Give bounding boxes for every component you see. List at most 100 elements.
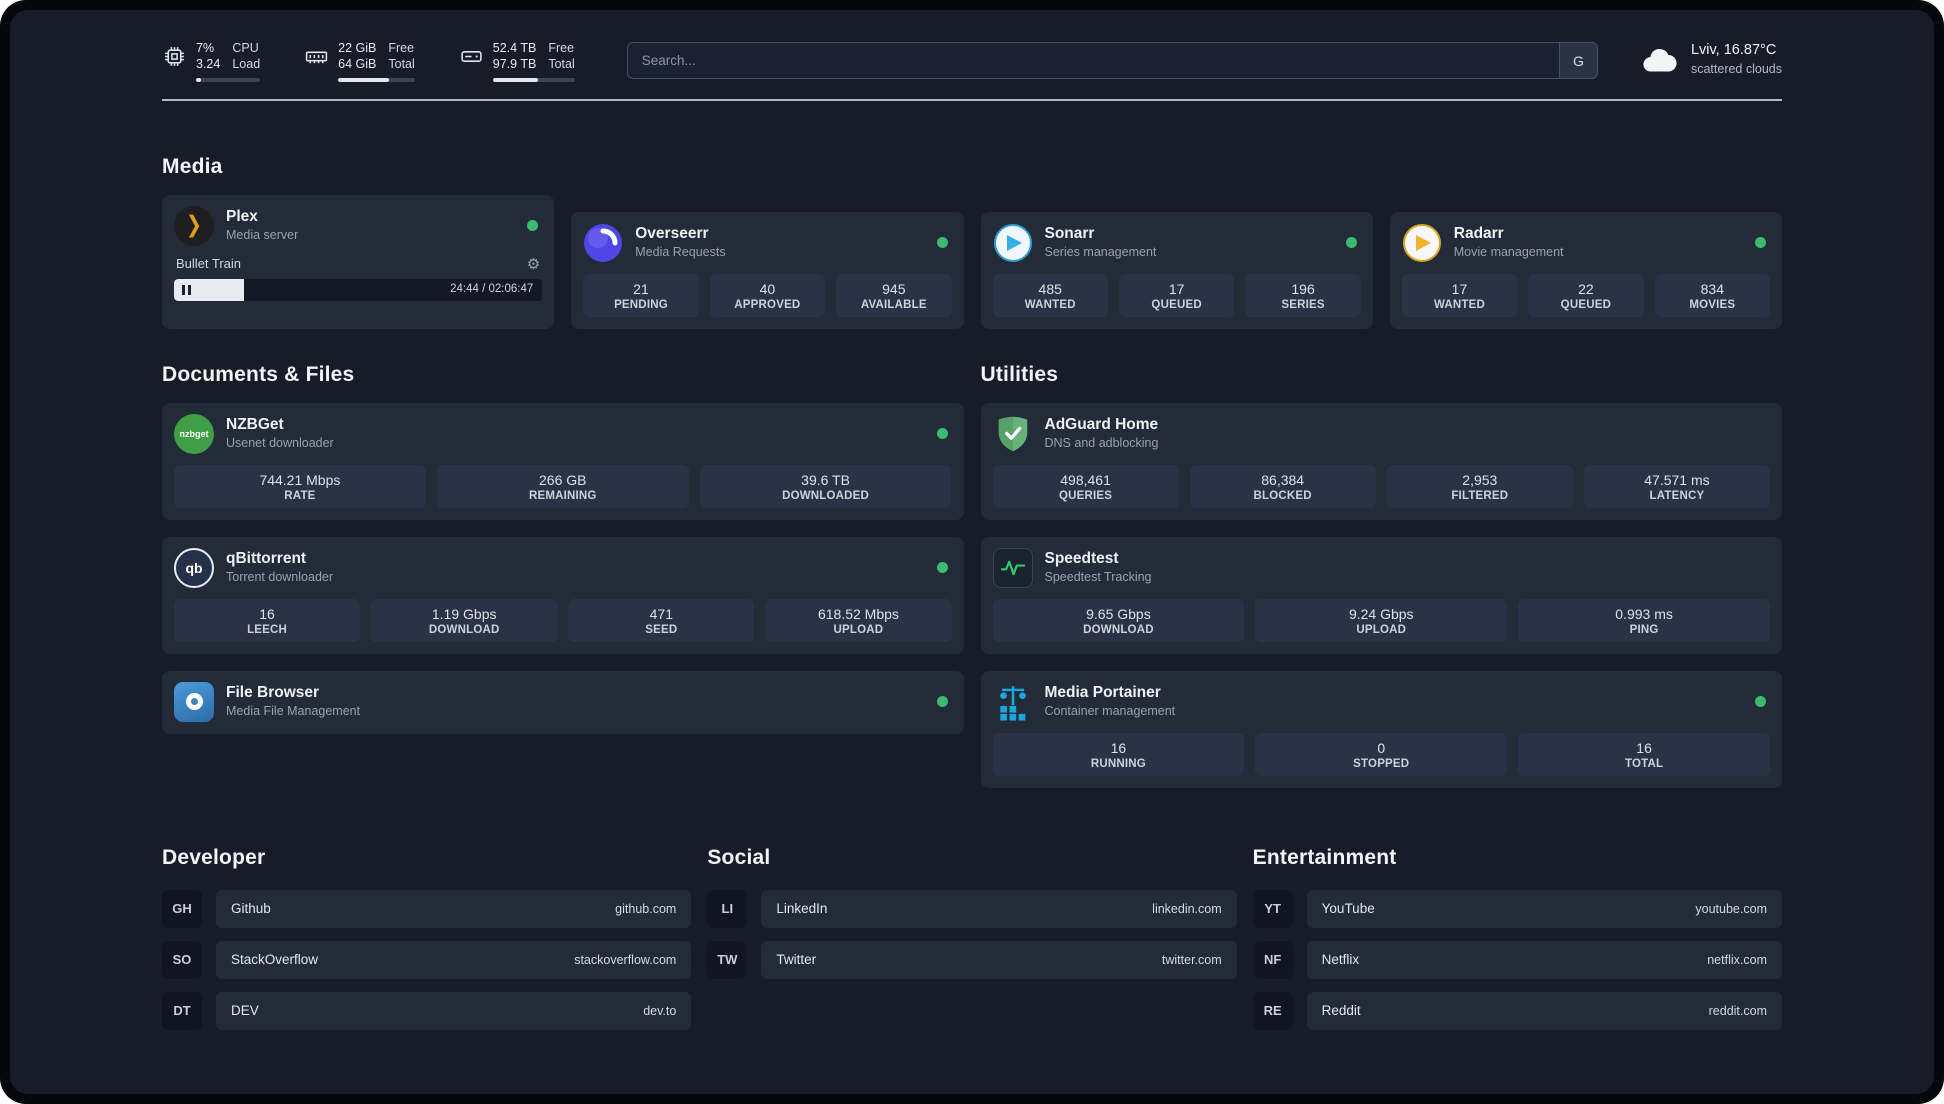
app-name: Sonarr (1044, 225, 1095, 243)
search-engine-button[interactable]: G (1558, 43, 1597, 78)
stat-value: 17 (1168, 280, 1185, 297)
disk-labels: Free Total (548, 41, 575, 72)
stat-value: 618.52 Mbps (817, 605, 899, 622)
bookmark-row[interactable]: DT DEV dev.to (162, 991, 692, 1030)
bookmark-row[interactable]: SO StackOverflow stackoverflow.com (162, 940, 692, 979)
stat-value: 9.65 Gbps (1086, 605, 1151, 622)
app-name: Overseerr (635, 225, 709, 243)
seek-bar[interactable]: 24:44 / 02:06:47 (174, 278, 543, 301)
app-card-radarr[interactable]: Radarr Movie management 17 WANTED 22 QUEUED… (1389, 211, 1782, 329)
app-name: File Browser (226, 684, 320, 702)
radarr-icon (1402, 223, 1442, 263)
bookmark-name: Github (231, 901, 271, 916)
bookmark-link[interactable]: YouTube youtube.com (1306, 889, 1782, 928)
bookmark-abbr-badge: TW (707, 940, 748, 979)
stat-tile: 266 GB REMAINING (436, 464, 689, 508)
stat-tile: 471 SEED (568, 598, 755, 642)
search-input[interactable] (626, 42, 1598, 79)
stat-value: 86,384 (1261, 471, 1305, 488)
bookmark-row[interactable]: TW Twitter twitter.com (707, 940, 1237, 979)
bookmark-name: Netflix (1321, 952, 1360, 967)
stat-value: 1.19 Gbps (431, 605, 497, 622)
stat-value: 471 (649, 605, 673, 622)
app-card-nzbget[interactable]: nzbget NZBGet Usenet downloader 744.21 M… (162, 402, 964, 520)
disk-icon (461, 51, 482, 62)
section-title-utilities: Utilities (980, 362, 1059, 386)
bookmark-row[interactable]: RE Reddit reddit.com (1252, 991, 1782, 1030)
app-card-speedtest[interactable]: Speedtest Speedtest Tracking 9.65 Gbps DO… (980, 536, 1782, 654)
cpu-chip-icon (165, 47, 184, 66)
app-card-filebrowser[interactable]: File Browser Media File Management (162, 670, 964, 734)
ram-labels: Free Total (388, 41, 415, 72)
settings-gear-icon[interactable]: ⚙ (527, 255, 540, 273)
plex-icon: ❯ (174, 205, 214, 246)
bookmark-link[interactable]: Reddit reddit.com (1306, 991, 1782, 1030)
bookmark-link[interactable]: Github github.com (216, 889, 692, 928)
status-dot (936, 237, 948, 248)
bookmark-row[interactable]: YT YouTube youtube.com (1252, 889, 1782, 928)
overseerr-icon (583, 223, 623, 263)
cpu-values: 7% 3.24 (196, 41, 221, 72)
pause-icon[interactable] (182, 284, 191, 295)
stat-value: 16 (1110, 739, 1127, 756)
section-social: Social LI LinkedIn linkedin.com TW Twitter tw… (707, 846, 1237, 1030)
dashboard-page: 7% 3.24 CPU Load 22 GiB 64 GiB Free Tota… (10, 10, 1934, 1094)
stat-label: FILTERED (1451, 489, 1509, 502)
portainer-icon (993, 682, 1033, 722)
stat-label: DOWNLOAD (428, 623, 500, 636)
stat-value: 0 (1377, 739, 1386, 756)
bookmark-url: youtube.com (1695, 901, 1767, 916)
bookmark-row[interactable]: LI LinkedIn linkedin.com (707, 889, 1237, 928)
stat-label: LEECH (247, 623, 288, 636)
top-bar: 7% 3.24 CPU Load 22 GiB 64 GiB Free Tota… (162, 40, 1782, 82)
stat-label: UPLOAD (833, 623, 884, 636)
stat-tile: 17 WANTED (1401, 273, 1518, 317)
status-dot (936, 562, 948, 573)
stat-tile: 196 SERIES (1245, 273, 1361, 317)
stat-value: 744.21 Mbps (259, 471, 341, 488)
bookmark-link[interactable]: Netflix netflix.com (1306, 940, 1782, 979)
stat-value: 40 (759, 280, 776, 297)
stat-tile: 86,384 BLOCKED (1189, 464, 1376, 508)
now-playing-title: Bullet Train (176, 256, 242, 271)
bookmark-abbr-badge: RE (1252, 991, 1293, 1030)
stat-tile: 40 APPROVED (709, 273, 826, 317)
sonarr-icon (993, 223, 1033, 263)
stat-tile: 2,953 FILTERED (1386, 464, 1573, 508)
stat-value: 485 (1038, 280, 1062, 297)
bookmark-row[interactable]: NF Netflix netflix.com (1252, 940, 1782, 979)
bookmark-row[interactable]: GH Github github.com (162, 889, 692, 928)
app-card-overseerr[interactable]: Overseerr Media Requests 21 PENDING 40 APPR… (571, 211, 964, 329)
stat-label: APPROVED (734, 298, 801, 311)
bookmark-link[interactable]: StackOverflow stackoverflow.com (216, 940, 692, 979)
status-dot (1345, 237, 1357, 248)
stat-tile: 618.52 Mbps UPLOAD (765, 598, 952, 642)
stat-label: RUNNING (1090, 757, 1146, 770)
stat-label: STOPPED (1353, 757, 1410, 770)
app-card-qbittorrent[interactable]: qb qBittorrent Torrent downloader 16 LEEC… (162, 536, 964, 654)
stat-label: SERIES (1281, 298, 1325, 311)
stat-label: QUERIES (1058, 489, 1113, 502)
status-dot (1755, 237, 1766, 248)
bookmark-link[interactable]: Twitter twitter.com (761, 940, 1237, 979)
app-card-sonarr[interactable]: Sonarr Series management 485 WANTED 17 QUEU… (980, 211, 1373, 329)
window-frame: 7% 3.24 CPU Load 22 GiB 64 GiB Free Tota… (0, 0, 1944, 1104)
stat-tile: 0 STOPPED (1255, 732, 1508, 776)
app-card-adguard[interactable]: AdGuard Home DNS and adblocking 498,461 Q… (980, 402, 1782, 520)
bookmark-link[interactable]: DEV dev.to (216, 991, 692, 1030)
ram-values: 22 GiB 64 GiB (338, 41, 377, 72)
bookmark-url: dev.to (643, 1003, 677, 1018)
disk-values: 52.4 TB 97.9 TB (492, 41, 537, 72)
stat-tile: 834 MOVIES (1654, 273, 1771, 317)
app-card-plex[interactable]: ❯ Plex Media server Bullet Train ⚙ 24:44… (162, 194, 555, 329)
stat-value: 17 (1451, 280, 1468, 297)
disk-monitor: 52.4 TB 97.9 TB Free Total (459, 40, 575, 82)
stat-label: WANTED (1024, 298, 1076, 311)
stat-tile: 9.65 Gbps DOWNLOAD (992, 598, 1245, 642)
app-name: Speedtest (1044, 550, 1119, 568)
stat-value: 16 (259, 605, 275, 622)
search-bar: G (626, 42, 1598, 79)
app-card-portainer[interactable]: Media Portainer Container management 16 R… (980, 670, 1782, 788)
plex-now-playing: Bullet Train ⚙ 24:44 / 02:06:47 (174, 253, 543, 301)
bookmark-link[interactable]: LinkedIn linkedin.com (761, 889, 1237, 928)
